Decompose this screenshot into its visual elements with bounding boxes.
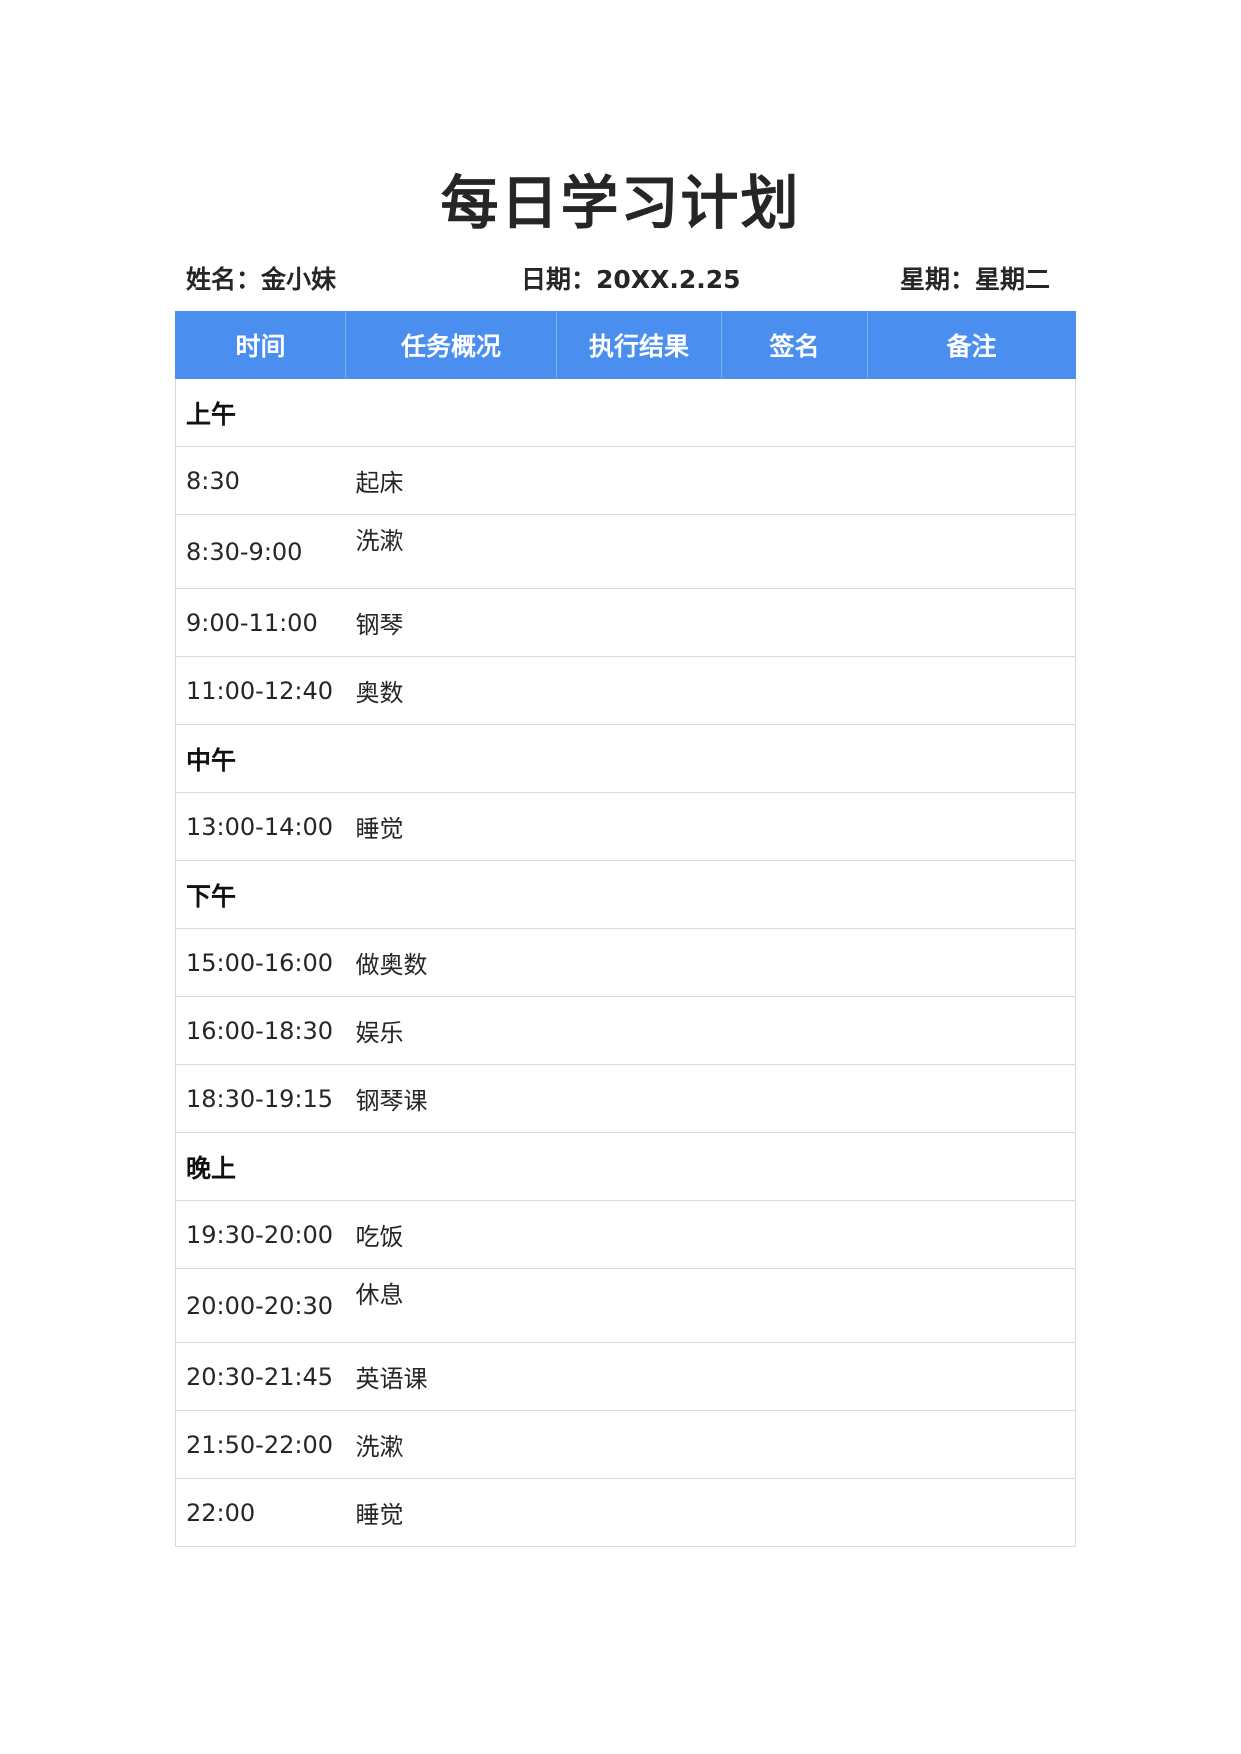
table-header-row: 时间 任务概况 执行结果 签名 备注 — [175, 311, 1076, 379]
time-cell: 21:50-22:00 — [175, 1410, 346, 1479]
result-cell[interactable] — [556, 446, 722, 515]
result-cell[interactable] — [556, 928, 722, 997]
result-cell[interactable] — [556, 1268, 722, 1343]
task-cell: 休息 — [345, 1268, 557, 1343]
remark-cell[interactable] — [867, 656, 1076, 725]
table-row: 18:30-19:15 钢琴课 — [175, 1064, 1076, 1133]
table-row: 8:30 起床 — [175, 446, 1076, 515]
header-task: 任务概况 — [345, 311, 557, 379]
result-cell[interactable] — [556, 996, 722, 1065]
task-cell: 做奥数 — [345, 928, 557, 997]
table-row: 22:00 睡觉 — [175, 1478, 1076, 1547]
remark-cell[interactable] — [867, 446, 1076, 515]
task-cell: 睡觉 — [345, 792, 557, 861]
header-time: 时间 — [175, 311, 346, 379]
table-row: 20:30-21:45 英语课 — [175, 1342, 1076, 1411]
task-cell: 吃饭 — [345, 1200, 557, 1269]
task-cell: 钢琴 — [345, 588, 557, 657]
remark-cell[interactable] — [867, 1410, 1076, 1479]
signature-cell[interactable] — [721, 928, 868, 997]
task-cell: 洗漱 — [345, 514, 557, 589]
time-cell: 8:30-9:00 — [175, 514, 346, 589]
section-label: 下午 — [175, 860, 1076, 929]
task-cell: 英语课 — [345, 1342, 557, 1411]
plan-weekday: 星期：星期二 — [899, 265, 1050, 294]
task-cell: 洗漱 — [345, 1410, 557, 1479]
remark-cell[interactable] — [867, 514, 1076, 589]
signature-cell[interactable] — [721, 1268, 868, 1343]
time-cell: 8:30 — [175, 446, 346, 515]
table-row: 15:00-16:00 做奥数 — [175, 928, 1076, 997]
remark-cell[interactable] — [867, 1268, 1076, 1343]
remark-cell[interactable] — [867, 792, 1076, 861]
signature-cell[interactable] — [721, 1478, 868, 1547]
result-cell[interactable] — [556, 656, 722, 725]
result-cell[interactable] — [556, 514, 722, 589]
result-cell[interactable] — [556, 1478, 722, 1547]
table-row: 11:00-12:40 奥数 — [175, 656, 1076, 725]
time-cell: 18:30-19:15 — [175, 1064, 346, 1133]
time-cell: 15:00-16:00 — [175, 928, 346, 997]
signature-cell[interactable] — [721, 446, 868, 515]
table-row: 13:00-14:00 睡觉 — [175, 792, 1076, 861]
task-cell: 娱乐 — [345, 996, 557, 1065]
signature-cell[interactable] — [721, 1064, 868, 1133]
table-row: 20:00-20:30 休息 — [175, 1268, 1076, 1343]
result-cell[interactable] — [556, 1064, 722, 1133]
task-cell: 起床 — [345, 446, 557, 515]
remark-cell[interactable] — [867, 928, 1076, 997]
time-cell: 16:00-18:30 — [175, 996, 346, 1065]
time-cell: 22:00 — [175, 1478, 346, 1547]
result-cell[interactable] — [556, 1342, 722, 1411]
section-label: 晚上 — [175, 1132, 1076, 1201]
page-title: 每日学习计划 — [440, 169, 801, 237]
signature-cell[interactable] — [721, 996, 868, 1065]
task-cell: 奥数 — [345, 656, 557, 725]
result-cell[interactable] — [556, 792, 722, 861]
time-cell: 20:00-20:30 — [175, 1268, 346, 1343]
result-cell[interactable] — [556, 1200, 722, 1269]
table-row: 19:30-20:00 吃饭 — [175, 1200, 1076, 1269]
header-signature: 签名 — [721, 311, 868, 379]
result-cell[interactable] — [556, 588, 722, 657]
result-cell[interactable] — [556, 1410, 722, 1479]
signature-cell[interactable] — [721, 514, 868, 589]
signature-cell[interactable] — [721, 792, 868, 861]
section-row-afternoon: 下午 — [175, 860, 1076, 929]
task-cell: 钢琴课 — [345, 1064, 557, 1133]
schedule-table: 时间 任务概况 执行结果 签名 备注 上午 8:30 起床 8:30-9:00 … — [175, 311, 1076, 1547]
remark-cell[interactable] — [867, 1200, 1076, 1269]
remark-cell[interactable] — [867, 588, 1076, 657]
remark-cell[interactable] — [867, 1064, 1076, 1133]
signature-cell[interactable] — [721, 1200, 868, 1269]
table-row: 16:00-18:30 娱乐 — [175, 996, 1076, 1065]
remark-cell[interactable] — [867, 996, 1076, 1065]
signature-cell[interactable] — [721, 588, 868, 657]
section-row-evening: 晚上 — [175, 1132, 1076, 1201]
time-cell: 13:00-14:00 — [175, 792, 346, 861]
time-cell: 20:30-21:45 — [175, 1342, 346, 1411]
remark-cell[interactable] — [867, 1342, 1076, 1411]
header-result: 执行结果 — [556, 311, 722, 379]
header-remark: 备注 — [867, 311, 1076, 379]
time-cell: 19:30-20:00 — [175, 1200, 346, 1269]
info-row: 姓名：金小妹 日期：20XX.2.25 星期：星期二 — [186, 262, 1050, 298]
section-label: 中午 — [175, 724, 1076, 793]
section-row-morning: 上午 — [175, 378, 1076, 447]
time-cell: 11:00-12:40 — [175, 656, 346, 725]
plan-date: 日期：20XX.2.25 — [521, 265, 741, 294]
signature-cell[interactable] — [721, 1410, 868, 1479]
section-row-noon: 中午 — [175, 724, 1076, 793]
signature-cell[interactable] — [721, 1342, 868, 1411]
section-label: 上午 — [175, 378, 1076, 447]
table-row: 9:00-11:00 钢琴 — [175, 588, 1076, 657]
table-row: 8:30-9:00 洗漱 — [175, 514, 1076, 589]
signature-cell[interactable] — [721, 656, 868, 725]
table-row: 21:50-22:00 洗漱 — [175, 1410, 1076, 1479]
task-cell: 睡觉 — [345, 1478, 557, 1547]
student-name: 姓名：金小妹 — [186, 265, 337, 294]
remark-cell[interactable] — [867, 1478, 1076, 1547]
time-cell: 9:00-11:00 — [175, 588, 346, 657]
